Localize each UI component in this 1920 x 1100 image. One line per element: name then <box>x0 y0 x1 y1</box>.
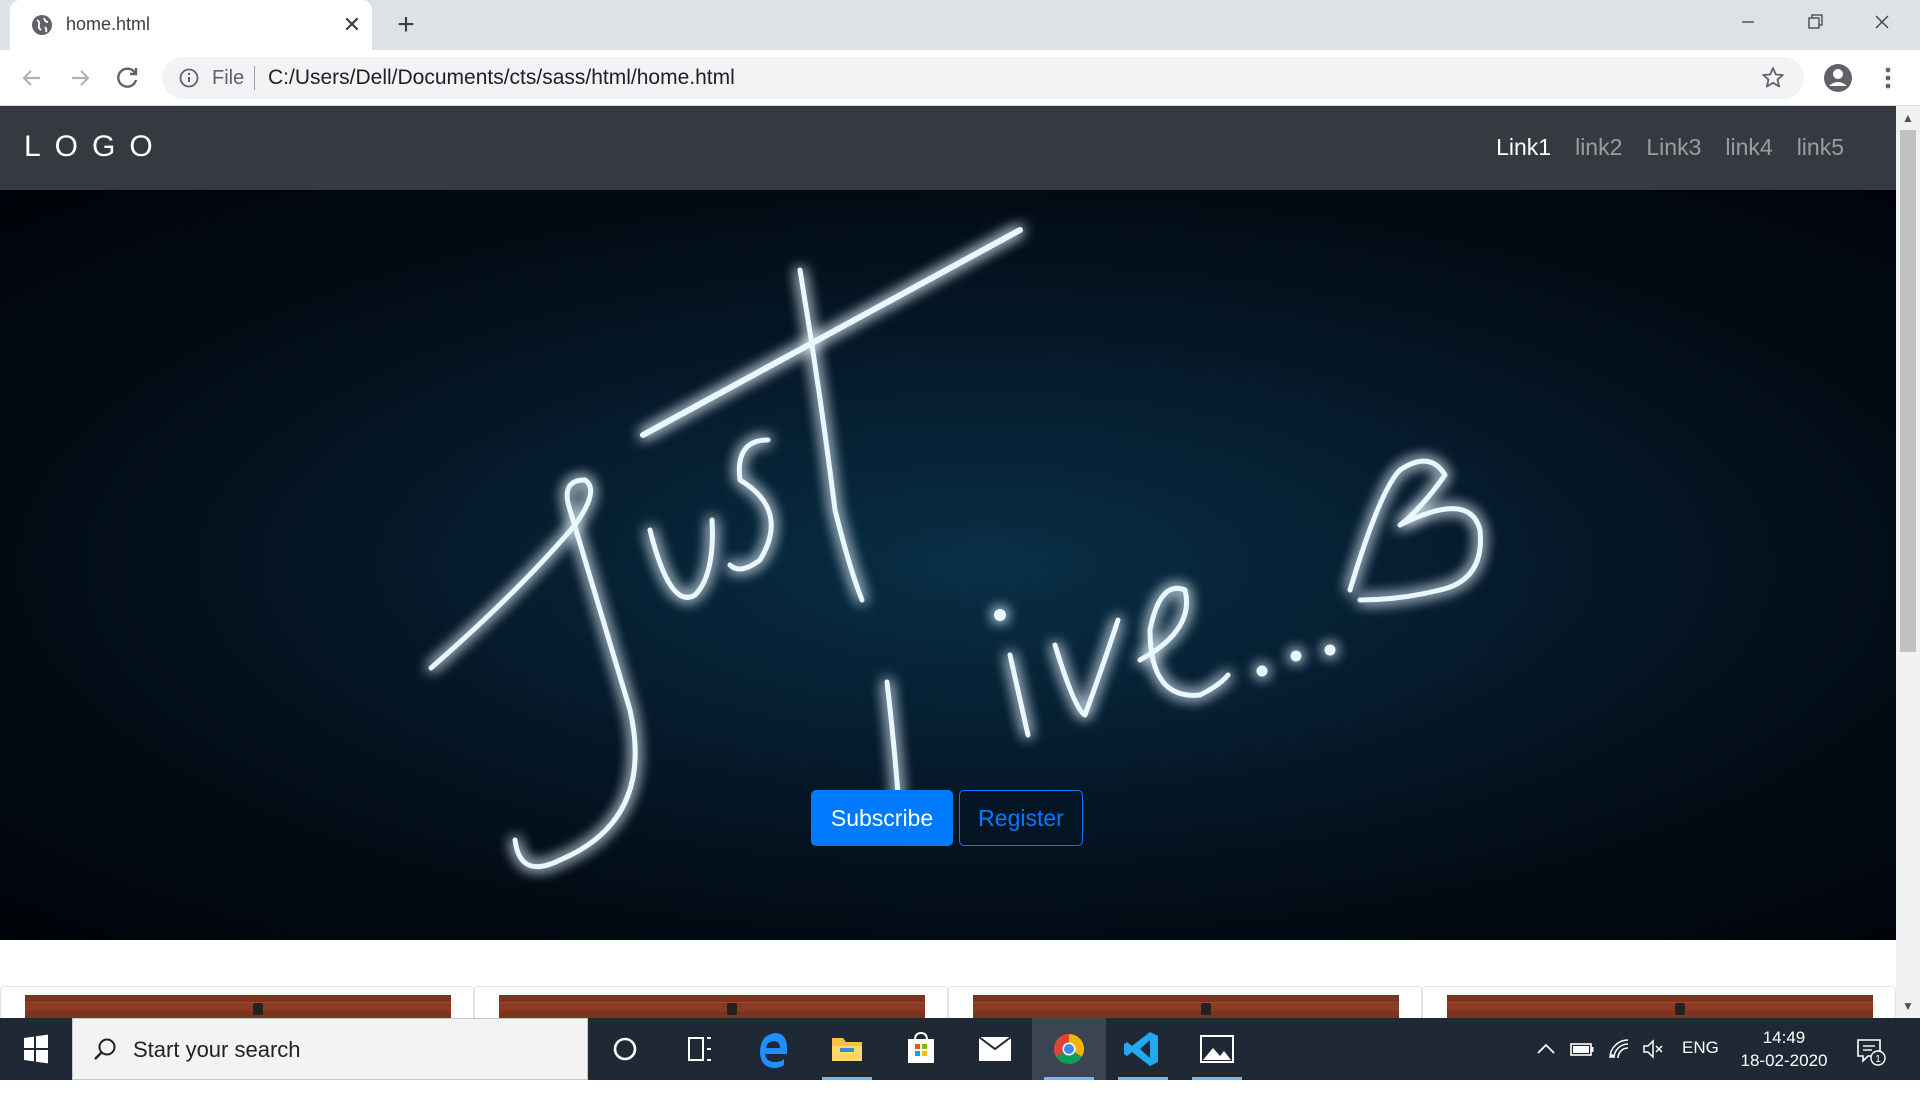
task-view-icon[interactable] <box>662 1018 736 1080</box>
omnibox-separator <box>254 66 255 90</box>
site-navbar: LOGO Link1 link2 Link3 link4 link5 <box>0 106 1896 190</box>
brick-wall-image <box>25 995 451 1018</box>
clock-time: 14:49 <box>1762 1028 1806 1047</box>
info-icon[interactable] <box>178 67 200 89</box>
photos-icon[interactable] <box>1180 1018 1254 1080</box>
nav-link-4[interactable]: link4 <box>1713 134 1784 161</box>
card-row <box>0 986 1896 1018</box>
register-button[interactable]: Register <box>959 790 1083 846</box>
wall-lamp-image <box>253 1003 263 1015</box>
tab-close-icon[interactable]: ✕ <box>337 10 367 40</box>
brick-wall-image <box>499 995 925 1018</box>
search-icon <box>94 1038 116 1060</box>
clock-date: 18-02-2020 <box>1740 1051 1828 1070</box>
scroll-up-icon[interactable]: ▲ <box>1896 108 1920 128</box>
card[interactable] <box>474 986 948 1018</box>
kebab-menu-icon[interactable] <box>1872 62 1904 94</box>
nav-links: Link1 link2 Link3 link4 link5 <box>1484 134 1856 161</box>
chevron-up-icon[interactable] <box>1534 1038 1558 1060</box>
page-scrollbar[interactable]: ▲ ▼ <box>1896 106 1920 1018</box>
taskbar-search-box[interactable]: Start your search <box>72 1018 588 1080</box>
mail-icon[interactable] <box>958 1018 1032 1080</box>
profile-avatar-icon[interactable] <box>1822 62 1854 94</box>
edge-browser-icon[interactable] <box>736 1018 810 1080</box>
chrome-icon <box>1053 1034 1085 1065</box>
back-arrow-icon[interactable] <box>16 62 48 94</box>
bookmark-star-icon[interactable] <box>1760 65 1786 91</box>
brick-wall-image <box>1447 995 1873 1018</box>
vscode-icon[interactable] <box>1106 1018 1180 1080</box>
windows-start-icon[interactable] <box>0 1018 72 1080</box>
battery-icon[interactable] <box>1568 1038 1596 1060</box>
cortana-icon[interactable] <box>588 1018 662 1080</box>
site-logo[interactable]: LOGO <box>24 130 167 164</box>
hero-banner: Subscribe Register <box>0 190 1896 940</box>
reload-icon[interactable] <box>112 62 144 94</box>
tab-title: home.html <box>66 14 151 34</box>
tab-strip: home.html ✕ + <box>0 0 1920 50</box>
browser-toolbar: File C:/Users/Dell/Documents/cts/sass/ht… <box>0 50 1920 106</box>
page-viewport: LOGO Link1 link2 Link3 link4 link5 Subsc… <box>0 106 1896 1018</box>
chrome-taskbar-button[interactable] <box>1032 1018 1106 1080</box>
restore-icon[interactable] <box>1793 4 1837 40</box>
address-bar[interactable]: File C:/Users/Dell/Documents/cts/sass/ht… <box>162 57 1804 99</box>
subscribe-button[interactable]: Subscribe <box>811 790 953 846</box>
globe-icon <box>32 15 52 35</box>
nav-link-3[interactable]: Link3 <box>1634 134 1713 161</box>
scroll-thumb[interactable] <box>1900 130 1916 652</box>
nav-link-2[interactable]: link2 <box>1563 134 1634 161</box>
speaker-muted-icon[interactable] <box>1640 1036 1666 1062</box>
file-explorer-icon[interactable] <box>810 1018 884 1080</box>
url-text[interactable]: C:/Users/Dell/Documents/cts/sass/html/ho… <box>268 66 735 90</box>
browser-tab[interactable]: home.html ✕ <box>10 0 372 50</box>
wifi-icon[interactable] <box>1606 1036 1632 1062</box>
nav-link-5[interactable]: link5 <box>1785 134 1856 161</box>
language-indicator[interactable]: ENG <box>1682 1038 1719 1100</box>
wall-lamp-image <box>1675 1003 1685 1015</box>
wall-lamp-image <box>727 1003 737 1015</box>
brick-wall-image <box>973 995 1399 1018</box>
close-window-icon[interactable] <box>1860 4 1904 40</box>
scroll-down-icon[interactable]: ▼ <box>1896 996 1920 1016</box>
card[interactable] <box>948 986 1422 1018</box>
minimize-icon[interactable] <box>1726 4 1770 40</box>
windows-taskbar: Start your search ENG 14:49 18-02-2020 1 <box>0 1018 1920 1080</box>
microsoft-store-icon[interactable] <box>884 1018 958 1080</box>
scheme-label: File <box>212 67 245 89</box>
forward-arrow-icon[interactable] <box>64 62 96 94</box>
notification-count: 1 <box>1875 1054 1881 1065</box>
search-placeholder: Start your search <box>133 1037 301 1062</box>
wall-lamp-image <box>1201 1003 1211 1015</box>
action-center-icon[interactable]: 1 <box>1854 1034 1886 1066</box>
system-clock[interactable]: 14:49 18-02-2020 <box>1736 1026 1832 1072</box>
nav-link-1[interactable]: Link1 <box>1484 134 1563 161</box>
card[interactable] <box>0 986 474 1018</box>
card[interactable] <box>1422 986 1896 1018</box>
new-tab-button[interactable]: + <box>389 8 423 42</box>
